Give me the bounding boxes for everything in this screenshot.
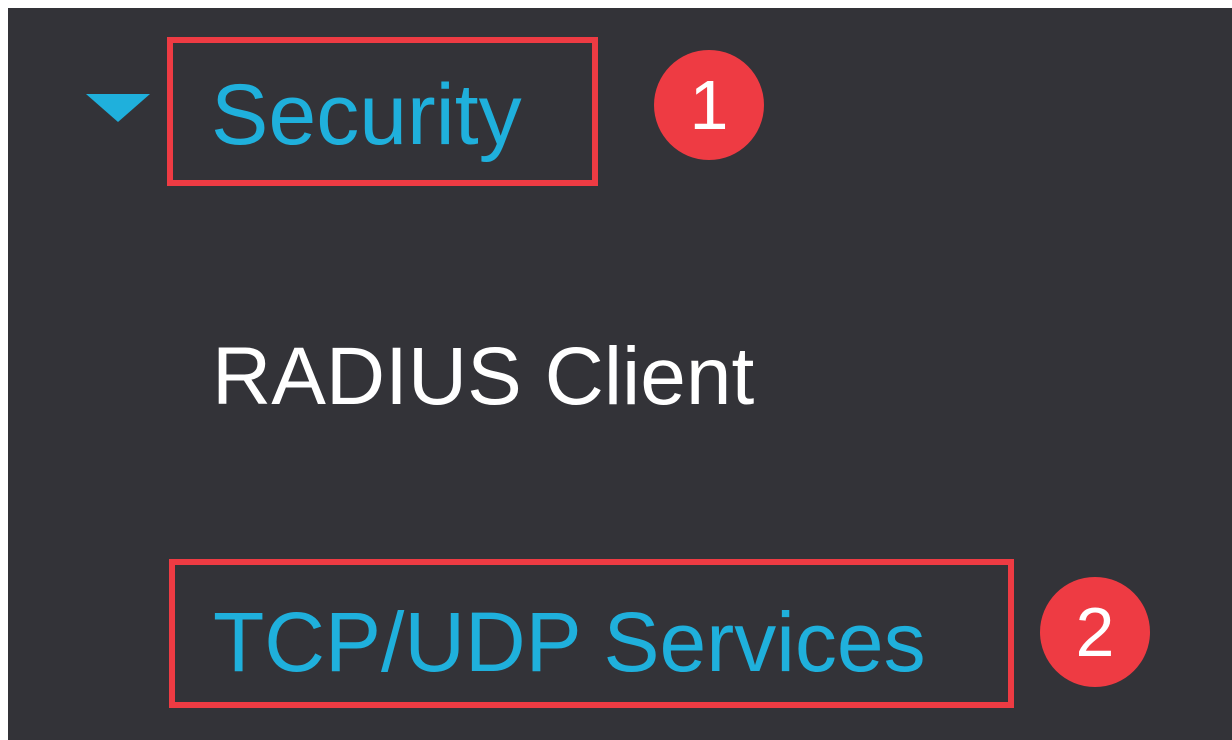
step-badge-2: 2 [1040,577,1150,687]
highlight-box-security [167,37,598,186]
highlight-box-tcp-udp-services [169,559,1014,708]
sidebar-item-radius-client[interactable]: RADIUS Client [212,336,754,418]
step-badge-1: 1 [654,50,764,160]
caret-down-icon[interactable] [86,94,150,122]
